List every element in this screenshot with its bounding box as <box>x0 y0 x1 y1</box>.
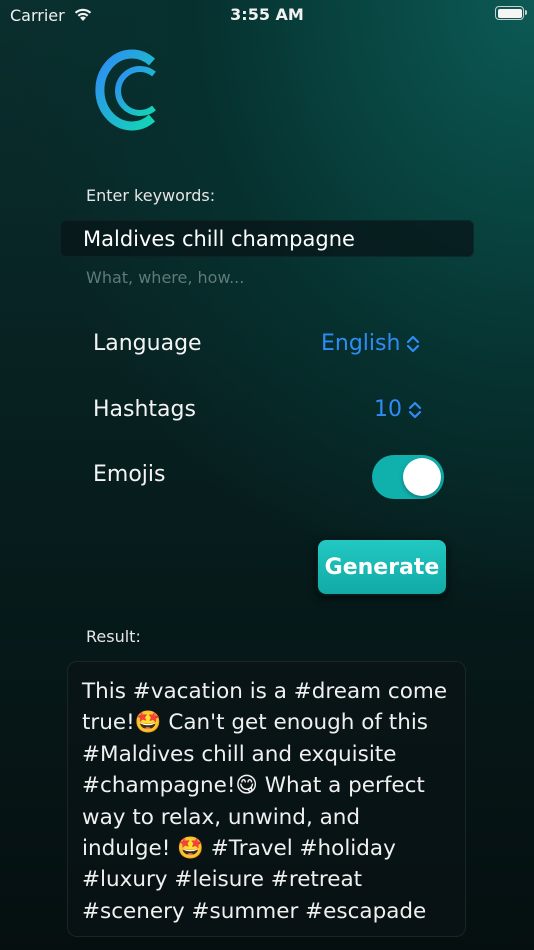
result-text-area[interactable]: This #vacation is a #dream come true!🤩 C… <box>67 661 466 937</box>
language-picker[interactable]: English <box>321 331 420 356</box>
keywords-input[interactable]: Maldives chill champagne <box>60 220 474 257</box>
language-picker-value: English <box>321 331 401 356</box>
chevron-up-down-icon <box>407 335 420 352</box>
emojis-toggle[interactable] <box>372 455 444 499</box>
keywords-hint: What, where, how... <box>86 268 245 287</box>
emojis-label: Emojis <box>93 462 166 487</box>
status-bar: Carrier 3:55 AM <box>0 0 534 30</box>
hashtags-picker[interactable]: 10 <box>374 397 422 422</box>
app-logo <box>92 48 162 132</box>
chevron-up-down-icon <box>408 401 422 418</box>
hashtags-label: Hashtags <box>93 397 196 422</box>
language-label: Language <box>93 331 202 356</box>
battery-icon <box>495 6 527 20</box>
result-label: Result: <box>86 627 141 646</box>
status-time: 3:55 AM <box>230 5 304 24</box>
hashtags-picker-value: 10 <box>374 397 402 422</box>
generate-button[interactable]: Generate <box>316 538 448 596</box>
keywords-input-value: Maldives chill champagne <box>83 227 355 251</box>
toggle-knob <box>403 458 441 496</box>
keywords-label: Enter keywords: <box>86 186 216 205</box>
result-text: This #vacation is a #dream come true!🤩 C… <box>82 679 448 924</box>
